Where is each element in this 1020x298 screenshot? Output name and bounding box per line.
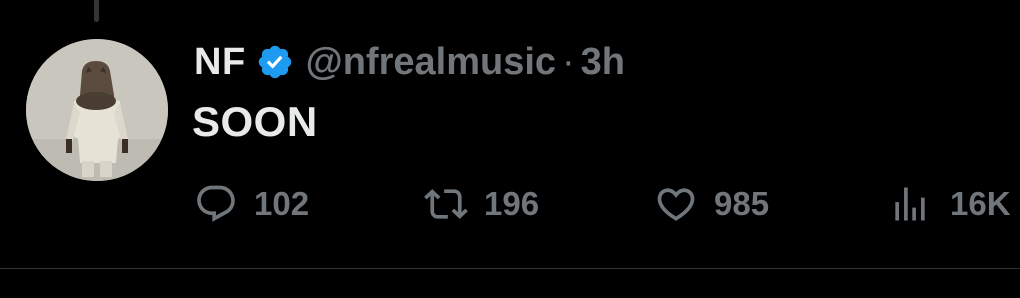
reply-icon [197,185,235,222]
views-count: 16K [950,185,1011,222]
reply-button[interactable]: 102 [194,176,309,232]
views-icon [895,187,925,221]
thread-connector-line [94,0,99,22]
verified-badge-icon [258,45,291,79]
avatar[interactable] [26,39,168,181]
author-handle[interactable]: @nfrealmusic [306,41,556,84]
retweet-button[interactable]: 196 [424,176,539,232]
heart-icon [657,188,695,221]
tweet-divider [0,268,1020,269]
retweet-count: 196 [484,185,540,222]
avatar-image [26,39,168,181]
tweet-header: NF @nfrealmusic · 3h [194,36,625,88]
reply-count: 102 [254,185,310,222]
header-separator: · [562,40,575,83]
tweet-text: SOON [192,98,318,145]
tweet-actions-bar: 102 196 985 16K [0,176,1020,232]
views-button[interactable]: 16K [888,176,1011,232]
like-button[interactable]: 985 [654,176,769,232]
tweet-timestamp[interactable]: 3h [581,41,625,84]
author-display-name[interactable]: NF [194,41,246,84]
retweet-icon [424,189,468,219]
like-count: 985 [714,185,770,222]
